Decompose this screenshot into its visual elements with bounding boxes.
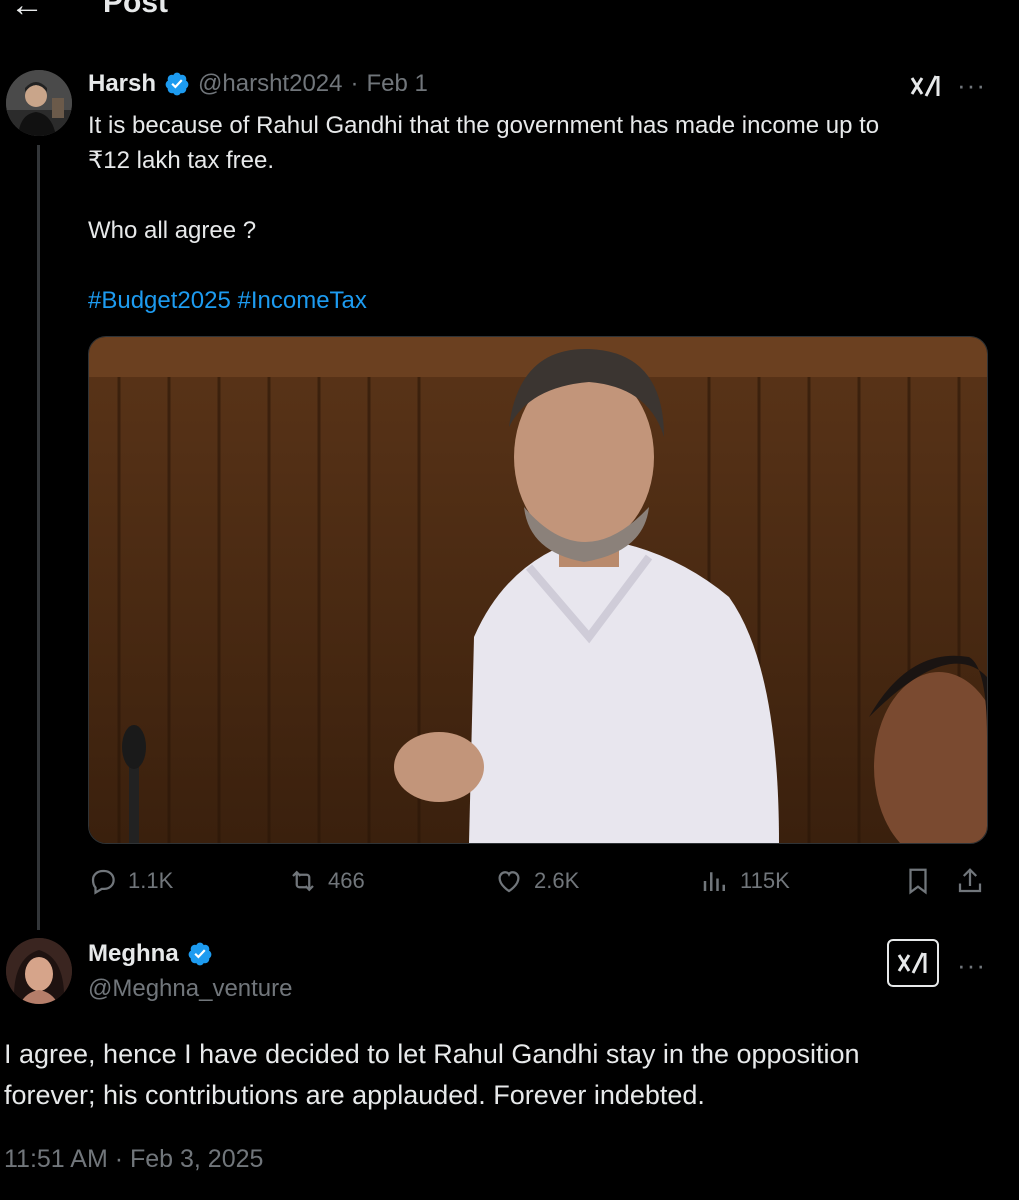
avatar[interactable] bbox=[6, 938, 72, 1004]
top-bar: ← Post bbox=[0, 0, 1019, 30]
like-count: 2.6K bbox=[534, 868, 580, 893]
post-text-line: It is because of Rahul Gandhi that the g… bbox=[88, 112, 880, 139]
share-button[interactable] bbox=[955, 866, 985, 896]
post-text: It is because of Rahul Gandhi that the g… bbox=[88, 108, 988, 318]
author-handle[interactable]: @harsht2024 bbox=[198, 70, 342, 98]
reply-icon bbox=[91, 869, 115, 895]
author-handle[interactable]: @Meghna_venture bbox=[88, 975, 293, 1003]
reply-text-line: forever; his contributions are applauded… bbox=[4, 1080, 705, 1110]
back-arrow-icon[interactable]: ← bbox=[10, 0, 44, 25]
page-title: Post bbox=[103, 0, 169, 19]
grok-icon[interactable] bbox=[887, 939, 939, 987]
post-date[interactable]: Feb 1 bbox=[367, 70, 428, 98]
verified-badge-icon bbox=[165, 72, 189, 96]
reply-timestamp[interactable]: 11:51 AM · Feb 3, 2025 bbox=[4, 1145, 263, 1174]
thread-line bbox=[37, 145, 40, 930]
hashtag-link[interactable]: #IncomeTax bbox=[237, 287, 366, 314]
verified-badge-icon bbox=[188, 942, 212, 966]
avatar[interactable] bbox=[6, 70, 72, 136]
repost-button[interactable]: 466 bbox=[288, 866, 365, 896]
grok-icon[interactable] bbox=[910, 72, 942, 107]
view-count: 115K bbox=[740, 868, 790, 893]
reply-text-line: I agree, hence I have decided to let Rah… bbox=[4, 1039, 860, 1069]
share-icon bbox=[958, 868, 982, 893]
views-icon bbox=[703, 872, 725, 891]
author-name[interactable]: Harsh bbox=[88, 70, 156, 98]
post-image[interactable] bbox=[88, 336, 988, 844]
separator-dot: · bbox=[350, 70, 359, 97]
author-name[interactable]: Meghna bbox=[88, 940, 179, 968]
reply-text: I agree, hence I have decided to let Rah… bbox=[4, 1034, 1014, 1116]
post-text-line: Who all agree ? bbox=[88, 217, 257, 244]
bookmark-icon bbox=[909, 868, 927, 895]
like-button[interactable]: 2.6K bbox=[494, 866, 579, 896]
bookmark-button[interactable] bbox=[903, 866, 933, 896]
repost-icon bbox=[292, 870, 314, 892]
post-header: Harsh @harsht2024 · Feb 1 bbox=[88, 70, 428, 98]
reply-count: 1.1K bbox=[128, 868, 174, 893]
reply-button[interactable]: 1.1K bbox=[88, 866, 173, 896]
heart-icon bbox=[498, 871, 520, 893]
views-button[interactable]: 115K bbox=[700, 866, 790, 896]
reply-header: Meghna bbox=[88, 940, 213, 968]
more-options-icon[interactable]: ··· bbox=[957, 70, 986, 101]
repost-count: 466 bbox=[328, 868, 365, 893]
post-text-line: ₹12 lakh tax free. bbox=[88, 147, 275, 174]
hashtag-link[interactable]: #Budget2025 bbox=[88, 287, 231, 314]
more-options-icon[interactable]: ··· bbox=[957, 950, 986, 981]
